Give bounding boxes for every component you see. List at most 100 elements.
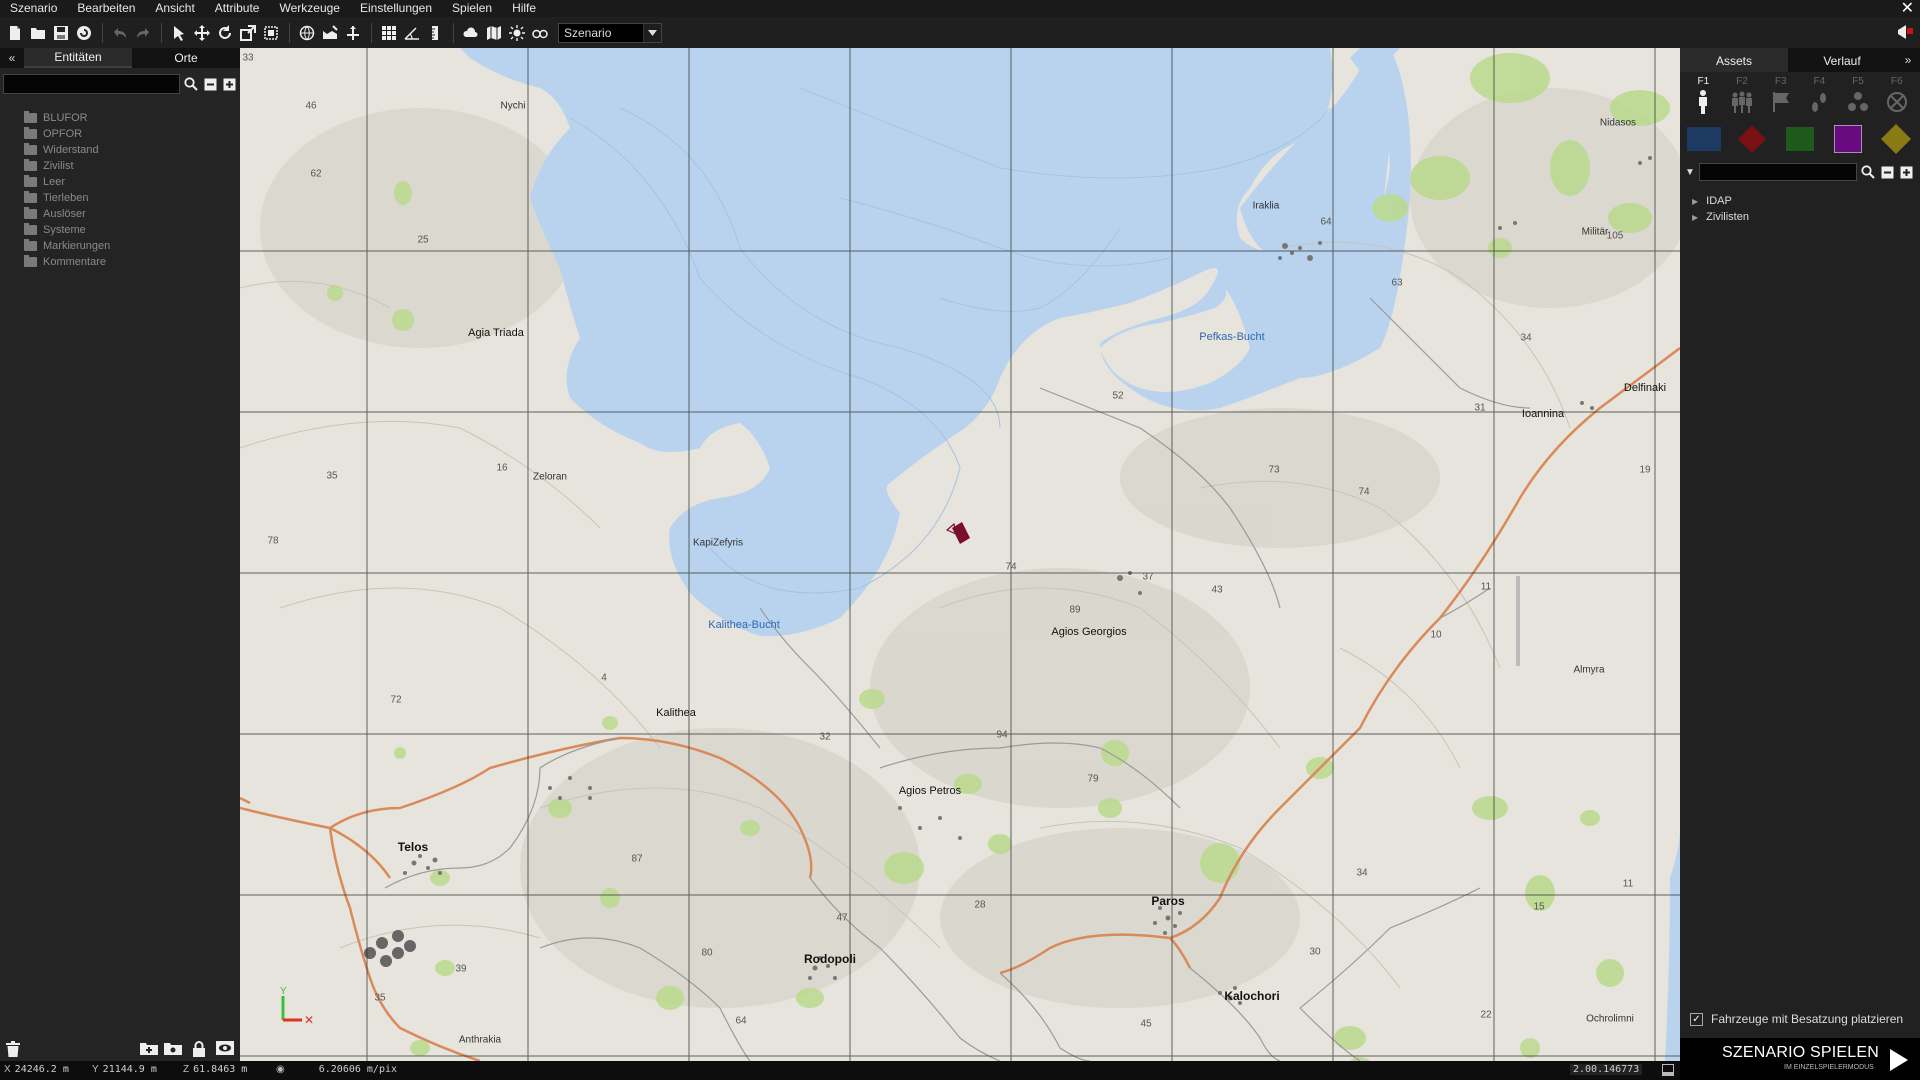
height-label: 34 bbox=[1520, 332, 1532, 344]
marker-icon bbox=[1886, 92, 1907, 112]
tree-item-opfor[interactable]: OPFOR bbox=[24, 126, 240, 142]
height-label: 22 bbox=[1480, 1009, 1492, 1021]
trash-icon[interactable] bbox=[6, 1041, 24, 1057]
tree-item-tierleben[interactable]: Tierleben bbox=[24, 190, 240, 206]
tree-item-leer[interactable]: Leer bbox=[24, 174, 240, 190]
asset-item-idap[interactable]: ▶ IDAP bbox=[1692, 193, 1920, 209]
vertical-mode-icon[interactable] bbox=[342, 22, 364, 44]
mode-groups[interactable]: F2 bbox=[1723, 76, 1762, 115]
mode-objects[interactable]: F1 bbox=[1684, 76, 1723, 115]
scenario-dropdown-value: Szenario bbox=[564, 26, 612, 40]
close-icon[interactable]: ✕ bbox=[1901, 0, 1914, 17]
lock-icon[interactable] bbox=[192, 1041, 210, 1057]
tab-orte[interactable]: Orte bbox=[132, 48, 240, 68]
map-label-iraklia: Iraklia bbox=[1252, 200, 1280, 212]
snap-icon[interactable] bbox=[319, 22, 341, 44]
mode-waypoints[interactable]: F4 bbox=[1800, 76, 1839, 115]
grid-icon[interactable] bbox=[378, 22, 400, 44]
side-blufor[interactable] bbox=[1686, 125, 1722, 153]
entity-search-input[interactable] bbox=[3, 74, 181, 94]
tree-item-label: Zivilist bbox=[43, 160, 74, 172]
menu-ansicht[interactable]: Ansicht bbox=[145, 0, 204, 17]
menu-einstellungen[interactable]: Einstellungen bbox=[350, 0, 442, 17]
expand-all-icon[interactable] bbox=[221, 76, 237, 92]
tree-item-ausloeser[interactable]: Auslöser bbox=[24, 206, 240, 222]
vehicle-crew-checkbox[interactable]: ✓ bbox=[1690, 1012, 1703, 1026]
height-label: 28 bbox=[974, 899, 986, 911]
menu-spielen[interactable]: Spielen bbox=[442, 0, 502, 17]
weather-icon[interactable] bbox=[460, 22, 482, 44]
map-view[interactable]: Y ✕ Telos Rodopoli Paros Kalochori Agios… bbox=[240, 48, 1680, 1061]
vision-mode-icon[interactable] bbox=[529, 22, 551, 44]
scenario-dropdown[interactable]: Szenario bbox=[558, 23, 662, 43]
refresh-icon[interactable] bbox=[73, 22, 95, 44]
collapse-left-icon[interactable]: « bbox=[0, 48, 24, 68]
play-scenario-button[interactable]: SZENARIO SPIELEN IM EINZELSPIELERMODUS bbox=[1680, 1038, 1920, 1080]
expand-right-icon[interactable]: » bbox=[1896, 48, 1920, 72]
new-file-icon[interactable] bbox=[4, 22, 26, 44]
menu-hilfe[interactable]: Hilfe bbox=[502, 0, 546, 17]
tree-item-zivilist[interactable]: Zivilist bbox=[24, 158, 240, 174]
undo-icon[interactable] bbox=[109, 22, 131, 44]
tree-item-kommentare[interactable]: Kommentare bbox=[24, 254, 240, 270]
rotate-icon[interactable] bbox=[214, 22, 236, 44]
collapse-all-icon[interactable] bbox=[1879, 164, 1895, 180]
chevron-right-icon: ▶ bbox=[1692, 196, 1699, 206]
tree-item-systeme[interactable]: Systeme bbox=[24, 222, 240, 238]
collapse-all-icon[interactable] bbox=[202, 76, 218, 92]
tab-verlauf[interactable]: Verlauf bbox=[1788, 48, 1896, 72]
search-icon[interactable] bbox=[1860, 164, 1876, 180]
mode-triggers[interactable]: F3 bbox=[1761, 76, 1800, 115]
entity-tree: BLUFOR OPFOR Widerstand Zivilist Leer Ti… bbox=[0, 110, 240, 270]
mode-systems[interactable]: F5 bbox=[1839, 76, 1878, 115]
move-icon[interactable] bbox=[191, 22, 213, 44]
menu-bar: Szenario Bearbeiten Ansicht Attribute We… bbox=[0, 0, 1920, 17]
mode-markers[interactable]: F6 bbox=[1877, 76, 1916, 115]
expand-all-icon[interactable] bbox=[1898, 164, 1914, 180]
search-icon[interactable] bbox=[183, 76, 199, 92]
menu-szenario[interactable]: Szenario bbox=[0, 0, 67, 17]
scale-icon[interactable] bbox=[237, 22, 259, 44]
redo-icon[interactable] bbox=[132, 22, 154, 44]
tree-item-blufor[interactable]: BLUFOR bbox=[24, 110, 240, 126]
daytime-icon[interactable] bbox=[506, 22, 528, 44]
folder-settings-icon[interactable] bbox=[164, 1041, 182, 1057]
map-label-pefkas-bucht: Pefkas-Bucht bbox=[1199, 331, 1265, 343]
map-label-almyra: Almyra bbox=[1573, 664, 1605, 676]
side-opfor[interactable] bbox=[1734, 125, 1770, 153]
map-icon[interactable] bbox=[483, 22, 505, 44]
status-z-value: 61.8463 m bbox=[193, 1064, 248, 1075]
save-icon[interactable] bbox=[50, 22, 72, 44]
open-folder-icon[interactable] bbox=[27, 22, 49, 44]
ruler-icon[interactable] bbox=[424, 22, 446, 44]
select-icon[interactable] bbox=[168, 22, 190, 44]
tree-item-widerstand[interactable]: Widerstand bbox=[24, 142, 240, 158]
notification-icon[interactable] bbox=[1896, 24, 1914, 43]
side-independent[interactable] bbox=[1782, 125, 1818, 153]
side-civilian[interactable] bbox=[1830, 125, 1866, 153]
asset-mode-row: F1 F2 F3 F4 F5 F6 bbox=[1680, 72, 1920, 115]
asset-search-input[interactable] bbox=[1699, 163, 1857, 181]
chevron-down-icon[interactable]: ▼ bbox=[1683, 167, 1697, 178]
angle-icon[interactable] bbox=[401, 22, 423, 44]
status-y: Y 21144.9 m bbox=[92, 1064, 157, 1075]
side-empty[interactable] bbox=[1878, 124, 1914, 154]
menu-werkzeuge[interactable]: Werkzeuge bbox=[269, 0, 349, 17]
vehicle-crew-option[interactable]: ✓ Fahrzeuge mit Besatzung platzieren bbox=[1690, 1012, 1903, 1026]
menu-bearbeiten[interactable]: Bearbeiten bbox=[67, 0, 145, 17]
height-label: 47 bbox=[836, 912, 848, 924]
globe-icon[interactable] bbox=[296, 22, 318, 44]
status-window-icon[interactable] bbox=[1662, 1064, 1674, 1076]
svg-text:✕: ✕ bbox=[304, 1013, 314, 1027]
asset-item-label: IDAP bbox=[1706, 195, 1732, 207]
menu-attribute[interactable]: Attribute bbox=[205, 0, 270, 17]
fkey-label: F1 bbox=[1697, 76, 1710, 87]
tab-entitaeten[interactable]: Entitäten bbox=[24, 48, 132, 68]
tree-item-markierungen[interactable]: Markierungen bbox=[24, 238, 240, 254]
tab-assets[interactable]: Assets bbox=[1680, 48, 1788, 72]
asset-item-zivilisten[interactable]: ▶ Zivilisten bbox=[1692, 209, 1920, 225]
left-panel: « Entitäten Orte BLUFOR OPFOR Widerstand… bbox=[0, 48, 240, 1061]
visibility-icon[interactable] bbox=[216, 1041, 234, 1057]
add-folder-icon[interactable] bbox=[140, 1041, 158, 1057]
area-select-icon[interactable] bbox=[260, 22, 282, 44]
